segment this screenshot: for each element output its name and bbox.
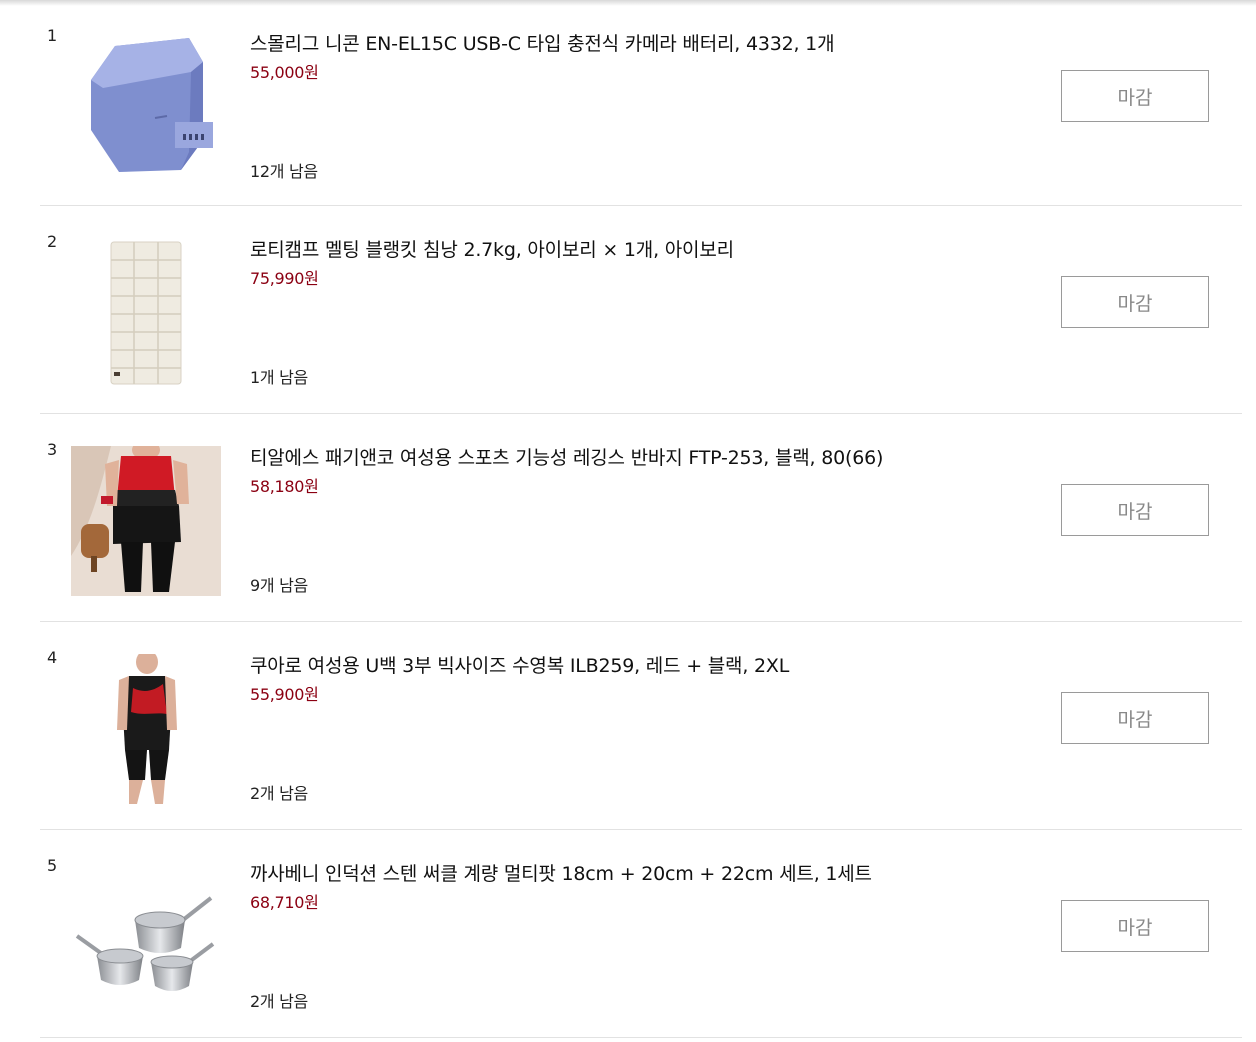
item-price: 55,000원 bbox=[250, 63, 319, 82]
camera-battery-image[interactable] bbox=[71, 32, 221, 182]
item-title[interactable]: 스몰리그 니콘 EN-EL15C USB-C 타입 충전식 카메라 배터리, 4… bbox=[250, 32, 900, 57]
list-item: 2 로티캠프 멜팅 블랭킷 침낭 2.7kg, 아이보리 × 1개, 아이보리 … bbox=[40, 206, 1242, 414]
item-price: 58,180원 bbox=[250, 477, 319, 496]
closed-button[interactable]: 마감 bbox=[1061, 276, 1209, 328]
item-rank: 2 bbox=[47, 232, 58, 251]
sleeping-bag-image[interactable] bbox=[71, 238, 221, 388]
closed-button[interactable]: 마감 bbox=[1061, 900, 1209, 952]
item-stock: 1개 남음 bbox=[250, 368, 308, 387]
item-info: 로티캠프 멜팅 블랭킷 침낭 2.7kg, 아이보리 × 1개, 아이보리 75… bbox=[250, 238, 900, 388]
item-title[interactable]: 쿠아로 여성용 U백 3부 빅사이즈 수영복 ILB259, 레드 + 블랙, … bbox=[250, 654, 900, 679]
item-info: 까사베니 인덕션 스텐 써클 계량 멀티팟 18cm + 20cm + 22cm… bbox=[250, 862, 900, 1012]
item-stock: 2개 남음 bbox=[250, 784, 308, 803]
item-title[interactable]: 까사베니 인덕션 스텐 써클 계량 멀티팟 18cm + 20cm + 22cm… bbox=[250, 862, 900, 887]
item-title[interactable]: 티알에스 패기앤코 여성용 스포츠 기능성 레깅스 반바지 FTP-253, 블… bbox=[250, 446, 900, 471]
list-item: 1 스몰리그 니콘 EN-EL15C USB-C 타입 충전식 카메라 배터리,… bbox=[40, 0, 1242, 206]
product-list: 1 스몰리그 니콘 EN-EL15C USB-C 타입 충전식 카메라 배터리,… bbox=[40, 0, 1242, 1038]
item-price: 55,900원 bbox=[250, 685, 319, 704]
closed-button[interactable]: 마감 bbox=[1061, 70, 1209, 122]
item-stock: 2개 남음 bbox=[250, 992, 308, 1011]
item-stock: 9개 남음 bbox=[250, 576, 308, 595]
closed-button[interactable]: 마감 bbox=[1061, 484, 1209, 536]
item-rank: 1 bbox=[47, 26, 58, 45]
item-rank: 3 bbox=[47, 440, 58, 459]
item-stock: 12개 남음 bbox=[250, 162, 318, 181]
item-info: 스몰리그 니콘 EN-EL15C USB-C 타입 충전식 카메라 배터리, 4… bbox=[250, 32, 900, 182]
item-title[interactable]: 로티캠프 멜팅 블랭킷 침낭 2.7kg, 아이보리 × 1개, 아이보리 bbox=[250, 238, 900, 263]
item-rank: 5 bbox=[47, 856, 58, 875]
item-info: 쿠아로 여성용 U백 3부 빅사이즈 수영복 ILB259, 레드 + 블랙, … bbox=[250, 654, 900, 804]
leggings-model-image[interactable] bbox=[71, 446, 221, 596]
item-rank: 4 bbox=[47, 648, 58, 667]
item-price: 75,990원 bbox=[250, 269, 319, 288]
swimsuit-model-image[interactable] bbox=[71, 654, 221, 804]
pot-set-image[interactable] bbox=[71, 862, 221, 1012]
list-item: 5 까사베니 인덕션 스텐 써클 계량 멀티팟 18cm + 20cm + 22… bbox=[40, 830, 1242, 1038]
closed-button[interactable]: 마감 bbox=[1061, 692, 1209, 744]
list-item: 4 쿠아로 여성용 U백 3부 빅사이즈 수영복 ILB259, 레드 + 블랙… bbox=[40, 622, 1242, 830]
list-item: 3 티알에스 패기앤코 여성용 스포츠 기능성 레깅스 반바지 FTP-253,… bbox=[40, 414, 1242, 622]
item-price: 68,710원 bbox=[250, 893, 319, 912]
item-info: 티알에스 패기앤코 여성용 스포츠 기능성 레깅스 반바지 FTP-253, 블… bbox=[250, 446, 900, 596]
